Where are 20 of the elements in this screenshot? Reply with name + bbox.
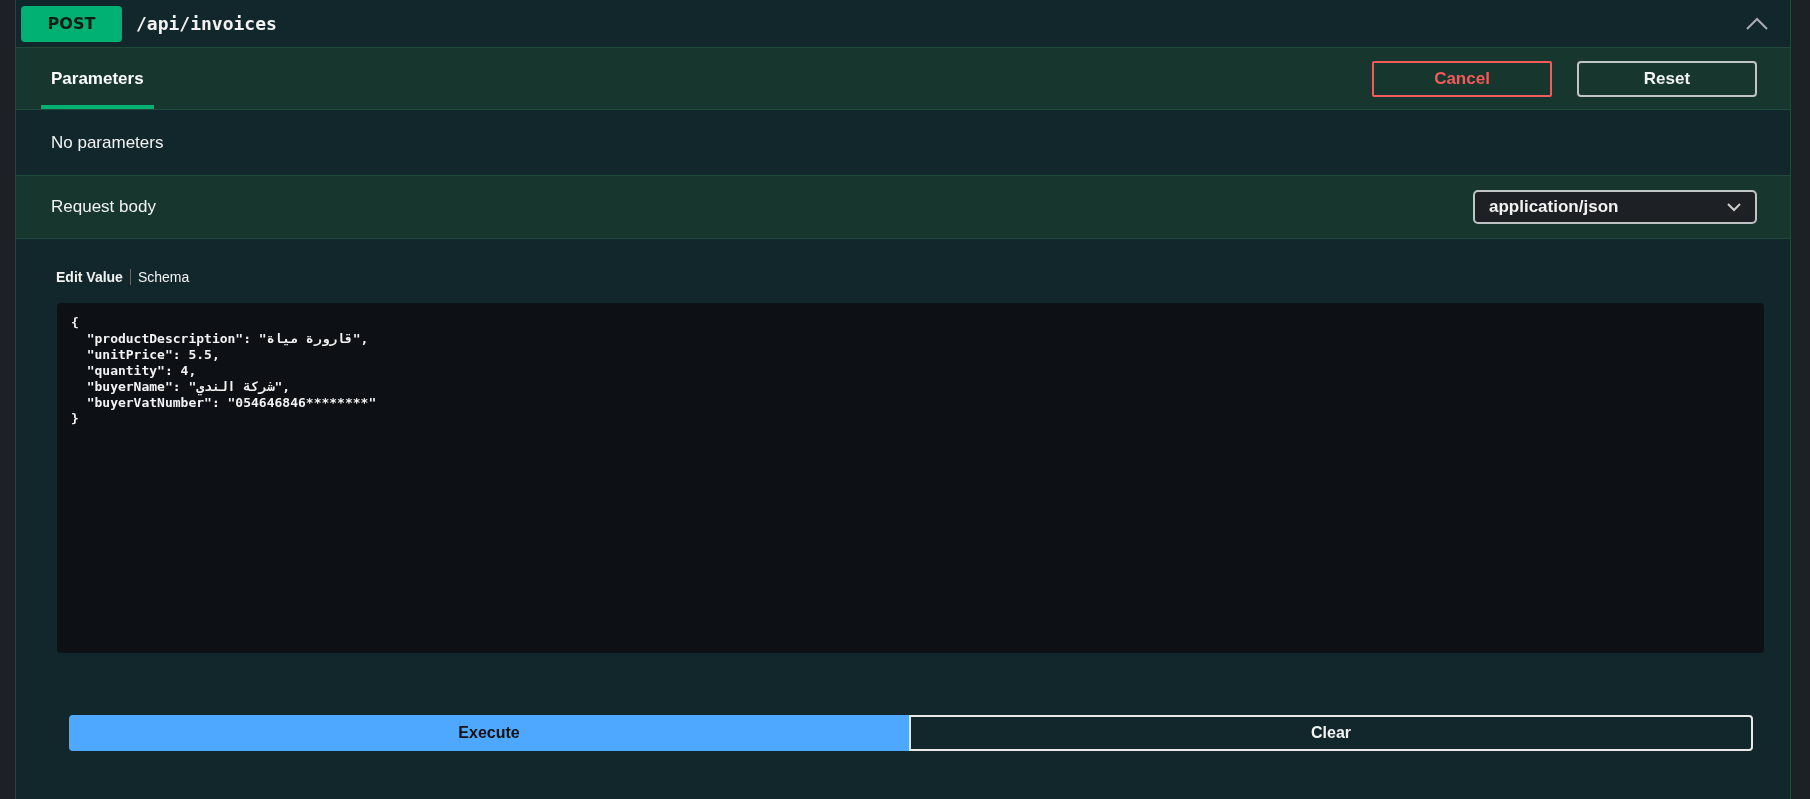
endpoint-path: /api/invoices [136,13,278,34]
code-line: "buyerVatNumber": "054646846********" [85,395,377,411]
code-line: "productDescription": "قارورة مياة", [85,331,369,347]
code-line: } [71,411,79,427]
execute-button[interactable]: Execute [69,715,909,751]
editor-tab[interactable]: Edit Value [56,269,130,285]
code-line: "unitPrice": 5.5, [85,347,220,363]
reset-button[interactable]: Reset [1577,60,1757,97]
chevron-down-icon [1727,202,1741,212]
clear-button[interactable]: Clear [909,715,1753,751]
request-body-title: Request body [50,197,156,217]
code-line: "buyerName": "شركة الندي", [85,379,291,395]
content-type-select[interactable]: application/json [1473,190,1757,224]
method-badge: POST [21,5,122,42]
code-line: { [71,315,79,331]
parameters-tab[interactable]: Parameters [41,48,154,109]
cancel-button[interactable]: Cancel [1372,60,1552,97]
editor-tab[interactable]: Schema [129,269,197,285]
collapse-icon[interactable] [1746,16,1768,31]
code-line: "quantity": 4, [85,363,197,379]
